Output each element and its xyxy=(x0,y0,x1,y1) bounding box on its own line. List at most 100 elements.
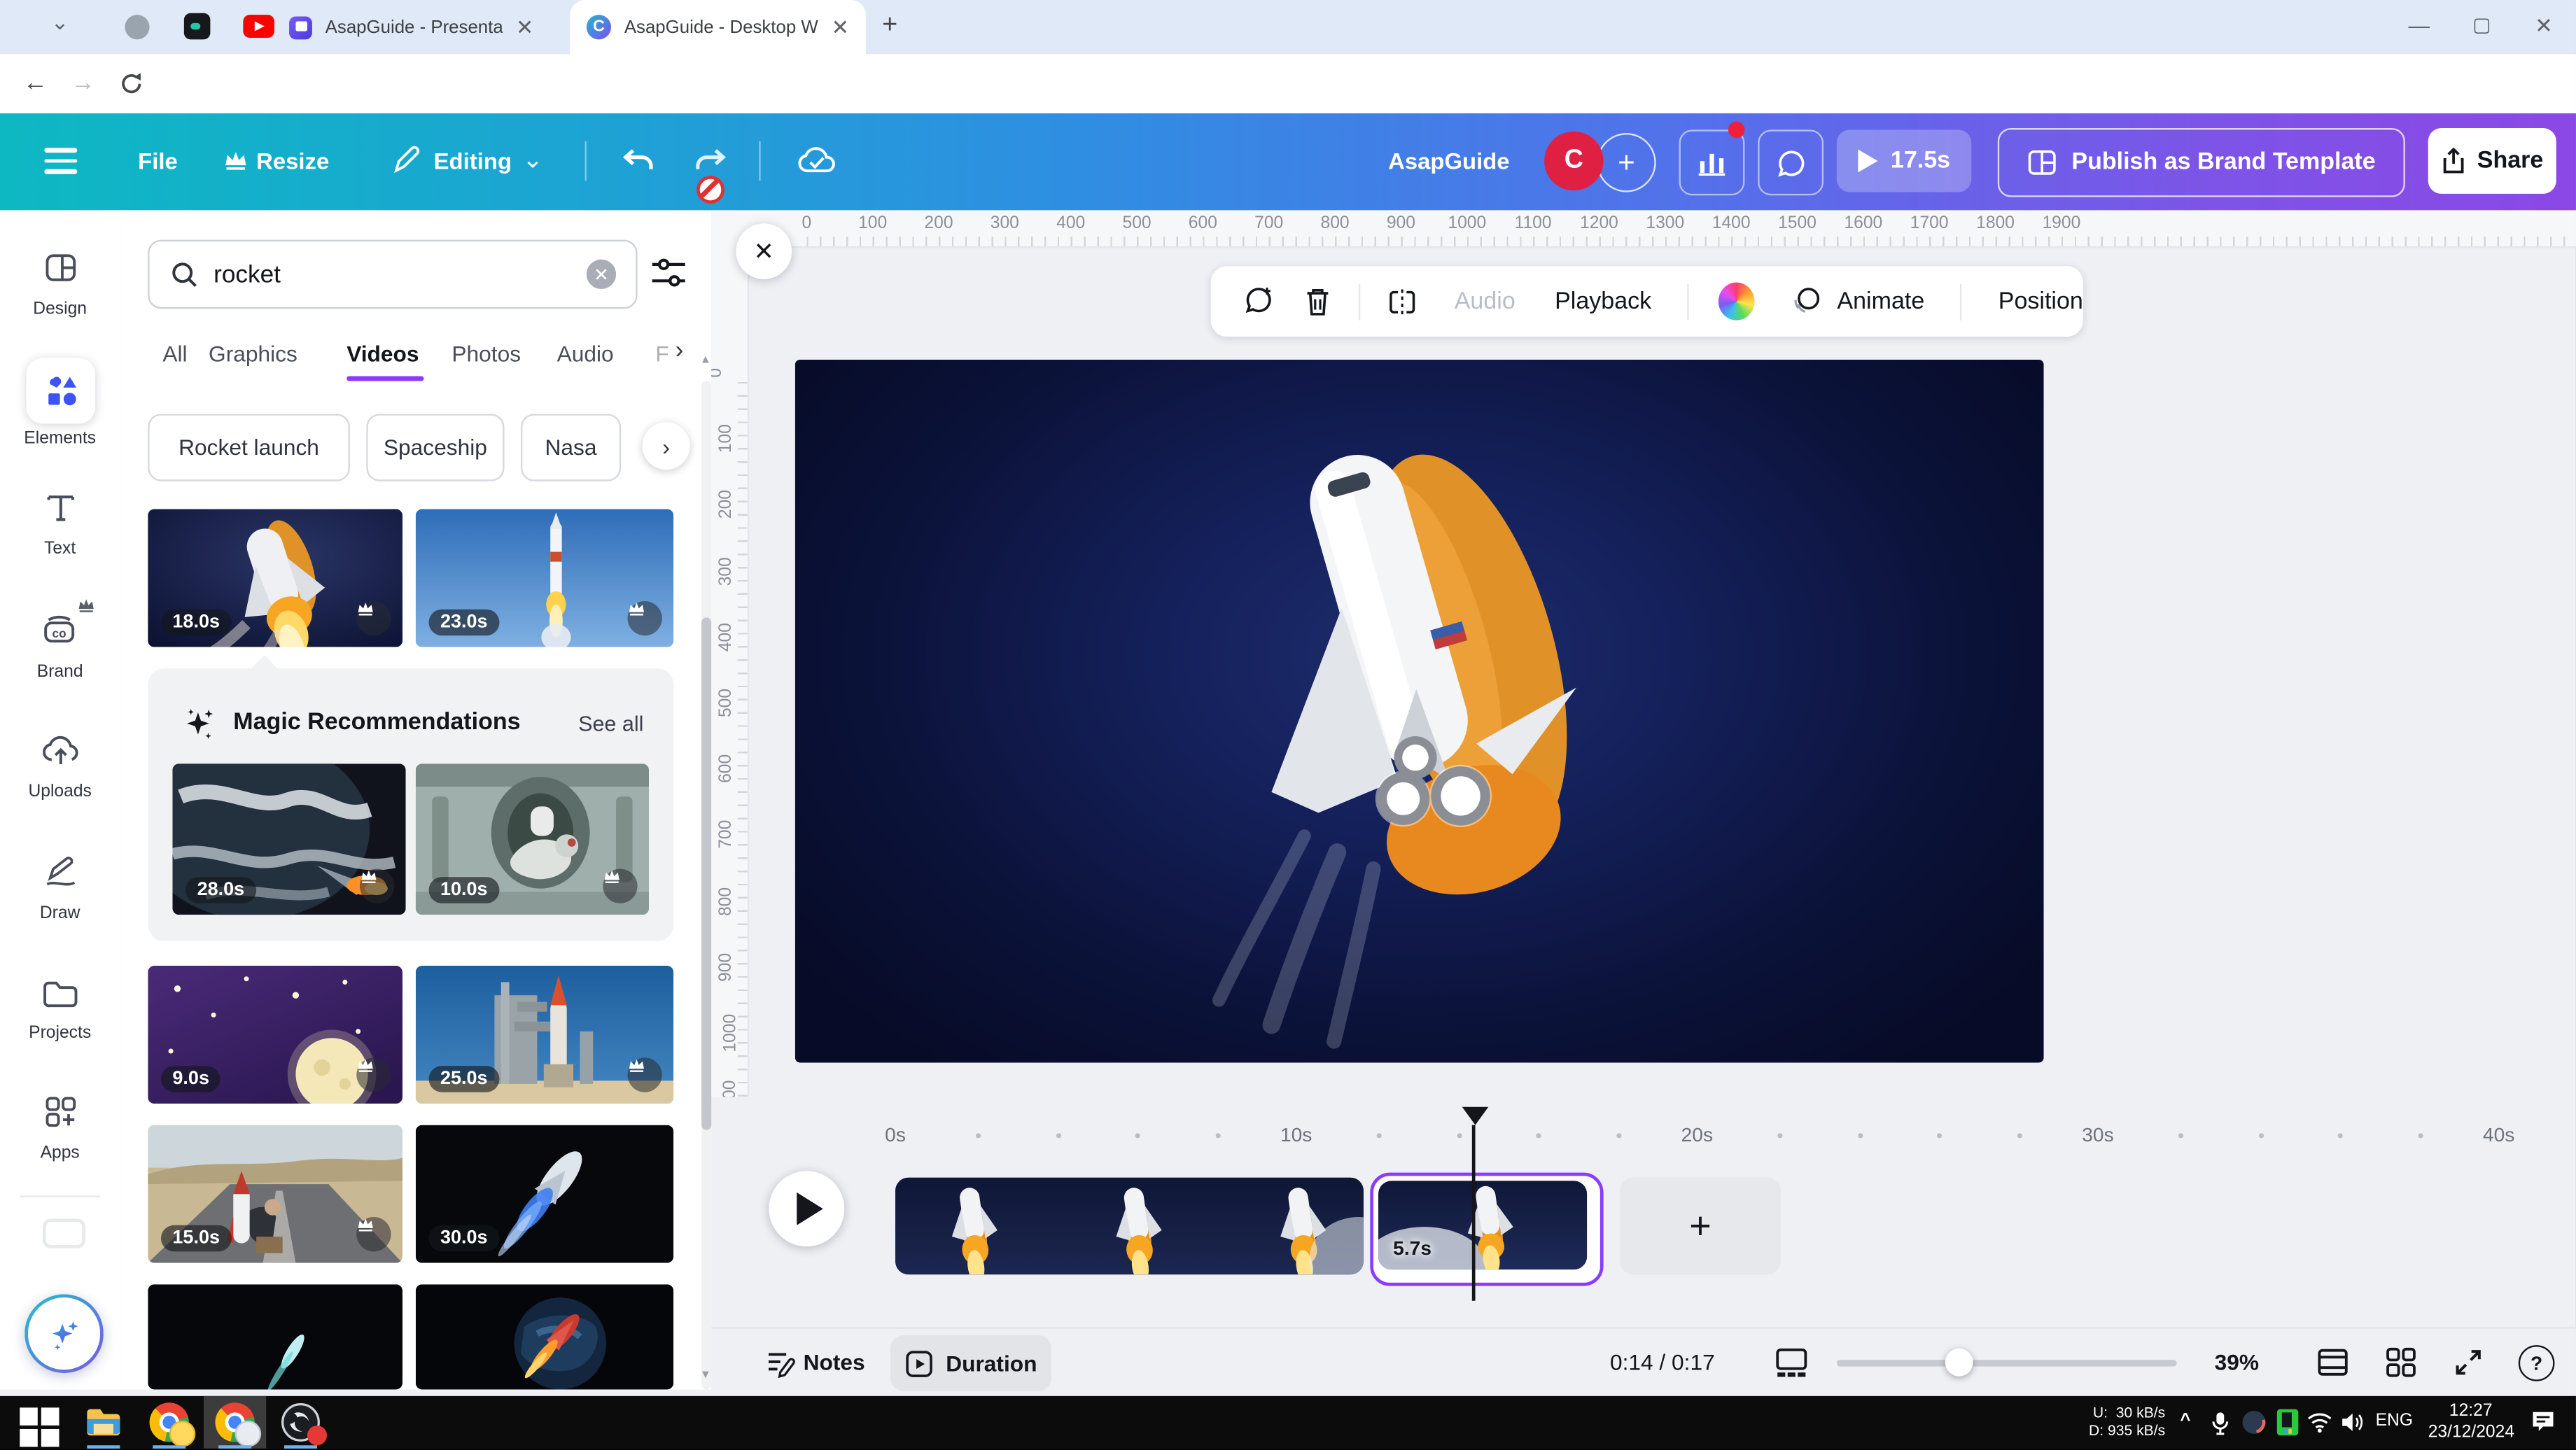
forward-icon[interactable]: → xyxy=(71,69,95,97)
timeline-clip-2-selected[interactable]: 5.7s xyxy=(1370,1173,1603,1286)
clear-search-icon[interactable]: ✕ xyxy=(587,260,616,289)
close-panel-button[interactable]: ✕ xyxy=(736,223,792,279)
wifi-icon[interactable] xyxy=(2306,1411,2333,1434)
pinned-tab-youtube-icon[interactable] xyxy=(243,15,274,38)
account-avatar[interactable]: C xyxy=(1544,132,1603,190)
color-wheel-button[interactable] xyxy=(1718,283,1755,321)
tab-close-icon[interactable]: ✕ xyxy=(832,14,850,41)
timeline-clip-1[interactable] xyxy=(895,1178,1364,1274)
video-thumbnail-earth[interactable]: 28.0s xyxy=(172,763,405,915)
publish-brand-template-button[interactable]: Publish as Brand Template xyxy=(1998,128,2405,197)
video-thumbnail-astronaut[interactable]: 10.0s xyxy=(416,763,649,915)
panel-tab-photos[interactable]: Photos xyxy=(451,340,521,369)
add-page-button[interactable]: + xyxy=(1620,1178,1781,1274)
file-menu-button[interactable]: File xyxy=(138,148,178,174)
panel-tab-audio[interactable]: Audio xyxy=(557,340,614,369)
file-explorer-icon[interactable] xyxy=(84,1402,123,1442)
start-button[interactable] xyxy=(20,1407,59,1447)
tray-utility-icon[interactable] xyxy=(2277,1409,2299,1436)
video-thumbnail-cartoon-night[interactable]: 9.0s xyxy=(148,966,402,1104)
see-all-link[interactable]: See all xyxy=(578,711,643,735)
grid-view-icon[interactable] xyxy=(2386,1346,2417,1378)
comments-button[interactable] xyxy=(1758,129,1823,195)
sidebar-item-text[interactable]: Text xyxy=(0,486,120,558)
redo-icon[interactable] xyxy=(692,145,728,178)
video-thumbnail-shuttle[interactable]: 18.0s xyxy=(148,509,402,647)
magic-assistant-button[interactable] xyxy=(24,1294,104,1373)
resize-button[interactable]: Resize xyxy=(256,148,329,174)
tray-expand-chevron[interactable]: ^ xyxy=(2180,1411,2190,1430)
tab-search-chevron-icon[interactable]: ⌄ xyxy=(51,10,69,36)
panel-tab-all[interactable]: All xyxy=(162,340,187,369)
sidebar-item-brand[interactable]: co Brand xyxy=(0,607,120,682)
panel-scrollbar-thumb[interactable] xyxy=(701,617,711,1129)
playhead-handle[interactable] xyxy=(1462,1107,1489,1125)
pages-view-icon[interactable] xyxy=(2316,1346,2349,1378)
tray-app-icon[interactable] xyxy=(2243,1411,2266,1434)
flip-icon[interactable] xyxy=(1387,285,1418,318)
sidebar-item-apps[interactable]: Apps xyxy=(0,1090,120,1162)
position-button[interactable]: Position xyxy=(1998,288,2083,315)
menu-hamburger-icon[interactable] xyxy=(44,148,77,174)
video-thumbnail-launchpad[interactable]: 25.0s xyxy=(416,966,673,1104)
play-preview-button[interactable]: 17.5s xyxy=(1837,129,1971,192)
add-comment-icon[interactable] xyxy=(1244,284,1277,318)
timeline-view-icon[interactable] xyxy=(1774,1346,1809,1378)
chip-nasa[interactable]: Nasa xyxy=(521,414,621,481)
sidebar-item-draw[interactable]: Draw xyxy=(0,851,120,923)
browser-tab-canva[interactable]: C AsapGuide - Desktop Wallpape ✕ xyxy=(570,0,865,54)
video-thumbnail-rocket-sky[interactable]: 23.0s xyxy=(416,509,673,647)
obs-recorder-icon[interactable] xyxy=(281,1402,320,1442)
window-maximize-button[interactable]: ▢ xyxy=(2472,13,2491,36)
back-icon[interactable]: ← xyxy=(23,69,48,97)
browser-tab-presentation[interactable]: AsapGuide - Presentation ✕ xyxy=(289,0,549,54)
microphone-icon[interactable] xyxy=(2210,1411,2232,1435)
panel-tab-videos[interactable]: Videos xyxy=(346,340,419,369)
scroll-down-arrow-icon[interactable]: ▼ xyxy=(700,1370,711,1381)
scroll-up-arrow-icon[interactable]: ▲ xyxy=(700,355,711,366)
sidebar-item-projects[interactable]: Projects xyxy=(0,972,120,1043)
video-thumbnail-rocketman[interactable]: 15.0s xyxy=(148,1125,402,1263)
chips-scroll-chevron[interactable]: › xyxy=(643,422,690,470)
sidebar-item-design[interactable]: Design xyxy=(0,246,120,318)
notes-button[interactable]: Notes xyxy=(804,1350,865,1374)
pinned-tab-recorder-icon[interactable] xyxy=(184,13,211,40)
project-name[interactable]: AsapGuide xyxy=(1388,148,1509,174)
new-tab-button[interactable]: + xyxy=(882,11,897,41)
help-button[interactable]: ? xyxy=(2519,1345,2555,1381)
video-thumbnail-comet[interactable] xyxy=(148,1284,402,1389)
delete-icon[interactable] xyxy=(1303,285,1333,318)
animate-icon[interactable] xyxy=(1791,284,1824,318)
tabs-overflow-chevron-icon[interactable]: › xyxy=(676,337,684,365)
zoom-percentage[interactable]: 39% xyxy=(2215,1350,2259,1374)
window-close-button[interactable]: ✕ xyxy=(2535,13,2553,40)
sidebar-item-elements[interactable]: Elements xyxy=(0,358,120,449)
speaker-icon[interactable] xyxy=(2339,1411,2366,1434)
chrome-profile2-icon-active[interactable] xyxy=(215,1402,254,1442)
chip-spaceship[interactable]: Spaceship xyxy=(366,414,504,481)
window-minimize-button[interactable]: — xyxy=(2409,13,2430,38)
design-canvas[interactable] xyxy=(795,360,2044,1062)
search-filter-icon[interactable] xyxy=(650,258,687,289)
language-indicator[interactable]: ENG xyxy=(2376,1411,2413,1430)
share-button[interactable]: Share xyxy=(2428,128,2556,194)
clock[interactable]: 12:27 23/12/2024 xyxy=(2428,1401,2514,1444)
video-thumbnail-earth-rocket[interactable] xyxy=(416,1284,673,1389)
editing-chevron-icon[interactable]: ⌄ xyxy=(522,145,543,174)
tab-close-icon[interactable]: ✕ xyxy=(516,14,534,41)
undo-icon[interactable] xyxy=(621,145,657,178)
animate-button[interactable]: Animate xyxy=(1837,288,1924,315)
add-member-button[interactable]: + xyxy=(1597,133,1656,192)
duration-button[interactable]: Duration xyxy=(890,1335,1051,1391)
search-input[interactable]: rocket xyxy=(214,260,281,288)
timeline-play-button[interactable] xyxy=(769,1171,844,1246)
zoom-slider-track[interactable] xyxy=(1837,1360,2177,1366)
action-center-icon[interactable] xyxy=(2530,1409,2556,1434)
chip-rocket-launch[interactable]: Rocket launch xyxy=(148,414,350,481)
editing-mode-button[interactable]: Editing xyxy=(434,148,512,174)
pinned-tab-icon[interactable] xyxy=(125,15,149,39)
fullscreen-icon[interactable] xyxy=(2453,1346,2484,1378)
zoom-slider-knob[interactable] xyxy=(1945,1349,1973,1377)
video-thumbnail-blue-rocket[interactable]: 30.0s xyxy=(416,1125,673,1263)
insights-button[interactable] xyxy=(1679,129,1745,195)
